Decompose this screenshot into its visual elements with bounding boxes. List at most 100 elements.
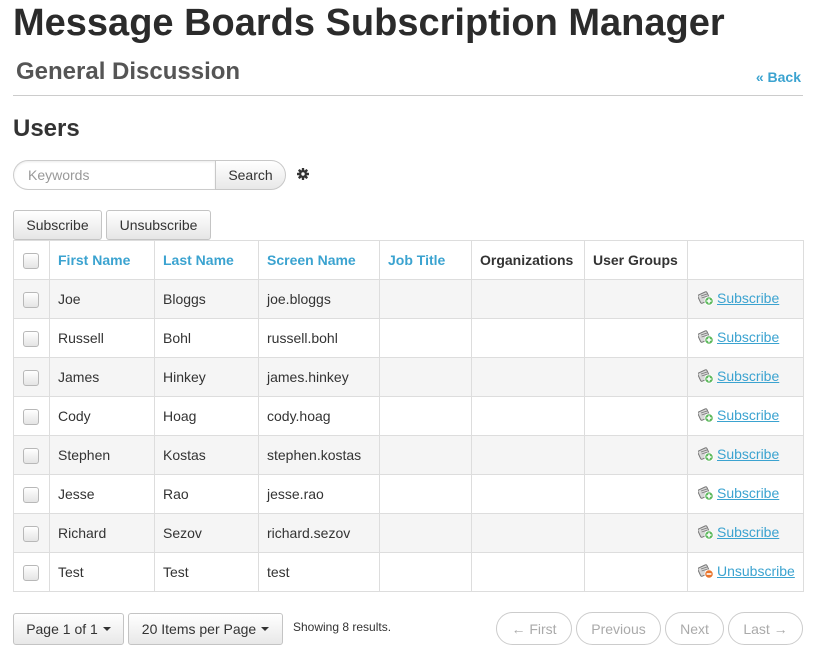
action-label: Subscribe (717, 289, 780, 306)
column-header-user-groups: User Groups (584, 240, 688, 280)
column-header-last-name[interactable]: Last Name (154, 240, 259, 280)
screen-name-cell: james.hinkey (258, 357, 380, 397)
table-row: Jesse Rao jesse.rao Subscribe (13, 474, 804, 514)
subscribe-icon (698, 524, 714, 540)
last-name-cell: Hinkey (154, 357, 259, 397)
organizations-cell (471, 318, 585, 358)
last-page-button[interactable]: Last → (728, 612, 803, 645)
column-header-job-title[interactable]: Job Title (379, 240, 472, 280)
row-select-cell (13, 435, 50, 475)
subscribe-link[interactable]: Subscribe (698, 407, 779, 423)
first-page-button[interactable]: ← First (496, 612, 572, 645)
search-group: Search (13, 160, 286, 190)
first-name-cell: Joe (49, 279, 155, 319)
job-title-cell (379, 474, 472, 514)
organizations-cell (471, 474, 585, 514)
next-page-button[interactable]: Next (665, 612, 724, 645)
action-cell: Subscribe (687, 318, 804, 358)
table-row: Cody Hoag cody.hoag Subscribe (13, 396, 804, 436)
job-title-cell (379, 435, 472, 475)
screen-name-cell: jesse.rao (258, 474, 380, 514)
table-header-row: First Name Last Name Screen Name Job Tit… (13, 240, 804, 280)
row-checkbox[interactable] (23, 408, 39, 425)
subheader: General Discussion « Back (13, 56, 803, 96)
screen-name-cell: joe.bloggs (258, 279, 380, 319)
row-checkbox[interactable] (23, 330, 39, 347)
screen-name-cell: test (258, 552, 380, 592)
subscribe-icon (698, 446, 714, 462)
back-link[interactable]: « Back (756, 69, 801, 85)
caret-down-icon (102, 627, 111, 631)
action-cell: Subscribe (687, 357, 804, 397)
subscribe-link[interactable]: Subscribe (698, 329, 779, 345)
previous-page-button[interactable]: Previous (576, 612, 661, 645)
row-checkbox[interactable] (23, 486, 39, 503)
organizations-cell (471, 435, 585, 475)
page-select-dropdown[interactable]: Page 1 of 1 (13, 613, 124, 645)
row-select-cell (13, 279, 50, 319)
action-cell: Subscribe (687, 279, 804, 319)
first-name-cell: Test (49, 552, 155, 592)
subscribe-link[interactable]: Subscribe (698, 446, 779, 462)
column-header-first-name[interactable]: First Name (49, 240, 155, 280)
table-row: Test Test test Unsubscribe (13, 552, 804, 592)
column-header-screen-name[interactable]: Screen Name (258, 240, 380, 280)
page-title: Message Boards Subscription Manager (13, 2, 725, 44)
action-cell: Subscribe (687, 513, 804, 553)
first-name-cell: Richard (49, 513, 155, 553)
user-groups-cell (584, 279, 688, 319)
organizations-cell (471, 279, 585, 319)
action-cell: Unsubscribe (687, 552, 804, 592)
screen-name-cell: richard.sezov (258, 513, 380, 553)
subscribe-button[interactable]: Subscribe (13, 210, 102, 240)
row-select-cell (13, 357, 50, 397)
items-per-page-dropdown[interactable]: 20 Items per Page (128, 613, 283, 645)
gear-icon[interactable] (296, 167, 310, 181)
organizations-cell (471, 513, 585, 553)
search-button[interactable]: Search (215, 160, 286, 190)
select-all-cell (13, 240, 50, 280)
row-checkbox[interactable] (23, 291, 39, 308)
subscribe-icon (698, 485, 714, 501)
last-name-cell: Test (154, 552, 259, 592)
action-label: Subscribe (717, 484, 780, 501)
row-select-cell (13, 474, 50, 514)
organizations-cell (471, 552, 585, 592)
last-name-cell: Rao (154, 474, 259, 514)
job-title-cell (379, 513, 472, 553)
user-groups-cell (584, 552, 688, 592)
row-checkbox[interactable] (23, 564, 39, 581)
table-row: Richard Sezov richard.sezov Subscribe (13, 513, 804, 553)
subscribe-link[interactable]: Subscribe (698, 485, 779, 501)
user-groups-cell (584, 513, 688, 553)
action-cell: Subscribe (687, 435, 804, 475)
column-header-organizations: Organizations (471, 240, 585, 280)
select-all-checkbox[interactable] (23, 252, 39, 269)
unsubscribe-button[interactable]: Unsubscribe (106, 210, 211, 240)
subscribe-icon (698, 368, 714, 384)
subscribe-link[interactable]: Subscribe (698, 524, 779, 540)
users-table: First Name Last Name Screen Name Job Tit… (13, 240, 804, 592)
row-checkbox[interactable] (23, 447, 39, 464)
subscribe-link[interactable]: Subscribe (698, 368, 779, 384)
first-name-cell: James (49, 357, 155, 397)
row-checkbox[interactable] (23, 525, 39, 542)
unsubscribe-link[interactable]: Unsubscribe (698, 563, 795, 579)
user-groups-cell (584, 318, 688, 358)
first-name-cell: Stephen (49, 435, 155, 475)
action-cell: Subscribe (687, 474, 804, 514)
last-name-cell: Bohl (154, 318, 259, 358)
row-checkbox[interactable] (23, 369, 39, 386)
organizations-cell (471, 396, 585, 436)
organizations-cell (471, 357, 585, 397)
subscribe-icon (698, 329, 714, 345)
user-groups-cell (584, 435, 688, 475)
screen-name-cell: cody.hoag (258, 396, 380, 436)
first-name-cell: Jesse (49, 474, 155, 514)
items-per-page-label: 20 Items per Page (141, 621, 257, 637)
search-input[interactable] (13, 160, 215, 190)
action-label: Subscribe (717, 328, 780, 345)
last-name-cell: Hoag (154, 396, 259, 436)
table-row: Joe Bloggs joe.bloggs Subscribe (13, 279, 804, 319)
subscribe-link[interactable]: Subscribe (698, 290, 779, 306)
